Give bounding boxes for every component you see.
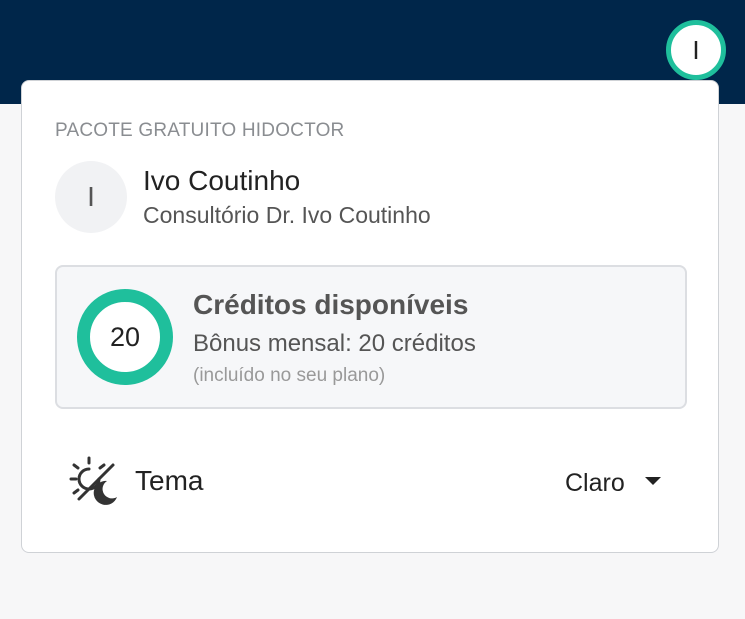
user-avatar: I [55,161,127,233]
theme-select[interactable]: Claro [565,463,669,499]
credits-note: (incluído no seu plano) [193,365,386,386]
credits-bonus: Bônus mensal: 20 créditos [193,330,476,357]
theme-selected-value: Claro [565,469,625,497]
credits-title: Créditos disponíveis [193,289,469,320]
theme-row: Tema Claro [69,455,669,507]
avatar-initial: I [692,34,700,65]
account-menu: PACOTE GRATUITO HIDOCTOR I Ivo Coutinho … [21,80,719,553]
credits-ring: 20 [77,289,173,385]
user-initial: I [87,181,95,212]
credits-count: 20 [109,321,141,352]
caret-down-icon [645,477,661,485]
plan-label: PACOTE GRATUITO HIDOCTOR [55,120,345,141]
user-name: Ivo Coutinho [143,165,301,196]
theme-toggle-icon [69,456,117,505]
credits-panel: 20 Créditos disponíveis Bônus mensal: 20… [55,265,687,409]
user-avatar-button[interactable]: I [666,20,726,80]
theme-label: Tema [135,465,204,496]
user-organization: Consultório Dr. Ivo Coutinho [143,202,431,228]
